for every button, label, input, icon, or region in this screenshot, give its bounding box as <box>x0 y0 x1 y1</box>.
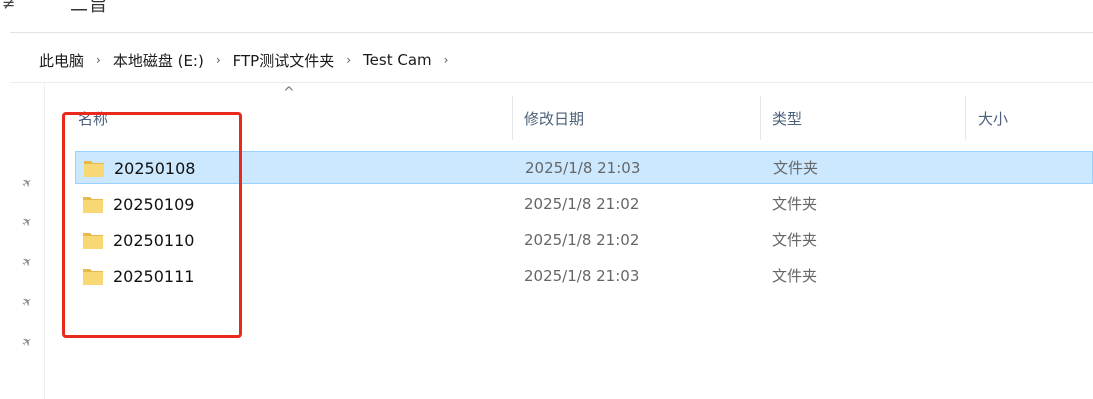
column-header-name[interactable]: 名称 <box>78 108 108 129</box>
file-date: 2025/1/8 21:03 <box>524 267 640 285</box>
chevron-right-icon[interactable]: › <box>346 53 351 67</box>
toolbar-divider <box>10 32 1093 33</box>
file-type: 文件夹 <box>772 195 818 213</box>
breadcrumb-item-test-cam[interactable]: Test Cam <box>361 51 434 69</box>
folder-icon <box>83 233 103 249</box>
file-name: 20250109 <box>113 195 195 214</box>
pin-icon[interactable]: ✈ <box>19 293 35 310</box>
pane-divider <box>44 83 45 399</box>
column-separator[interactable] <box>965 96 966 140</box>
file-row[interactable]: 20250109 2025/1/8 21:02 文件夹 <box>75 188 1093 221</box>
file-type: 文件夹 <box>773 159 819 177</box>
file-type: 文件夹 <box>772 267 818 285</box>
breadcrumb-item-local-disk[interactable]: 本地磁盘 (E:) <box>111 50 206 71</box>
toolbar-label: 二旨 <box>70 0 108 16</box>
column-header-size[interactable]: 大小 <box>978 108 1008 129</box>
file-row[interactable]: 20250111 2025/1/8 21:03 文件夹 <box>75 260 1093 293</box>
column-separator[interactable] <box>760 96 761 140</box>
file-name: 20250108 <box>114 159 196 178</box>
pin-icon[interactable]: ✈ <box>19 253 35 270</box>
pin-icon[interactable]: ✈ <box>19 213 35 230</box>
chevron-right-icon[interactable]: › <box>444 53 449 67</box>
pin-icon[interactable]: ✈ <box>19 174 35 191</box>
folder-icon <box>83 197 103 213</box>
file-date: 2025/1/8 21:02 <box>524 231 640 249</box>
file-date: 2025/1/8 21:02 <box>524 195 640 213</box>
pin-icon[interactable]: ✈ <box>19 333 35 350</box>
toolbar-icon: ≠ <box>2 0 16 13</box>
file-type: 文件夹 <box>772 231 818 249</box>
file-date: 2025/1/8 21:03 <box>525 159 641 177</box>
chevron-right-icon[interactable]: › <box>216 53 221 67</box>
folder-icon <box>83 269 103 285</box>
breadcrumb-divider <box>10 82 1093 83</box>
file-row[interactable]: 20250110 2025/1/8 21:02 文件夹 <box>75 224 1093 257</box>
file-name: 20250110 <box>113 231 195 250</box>
column-header-date[interactable]: 修改日期 <box>524 108 584 129</box>
toolbar-cropped: ≠ 二旨 <box>0 0 1093 22</box>
breadcrumb-item-this-pc[interactable]: 此电脑 <box>37 50 86 71</box>
breadcrumb-item-ftp-folder[interactable]: FTP测试文件夹 <box>231 50 337 71</box>
breadcrumb: 此电脑 › 本地磁盘 (E:) › FTP测试文件夹 › Test Cam › <box>37 48 458 72</box>
quick-access-pane: ✈ ✈ ✈ ✈ ✈ <box>0 83 44 399</box>
chevron-right-icon[interactable]: › <box>96 53 101 67</box>
file-row[interactable]: 20250108 2025/1/8 21:03 文件夹 <box>75 151 1093 184</box>
column-header-type[interactable]: 类型 <box>772 108 802 129</box>
file-explorer: ≠ 二旨 此电脑 › 本地磁盘 (E:) › FTP测试文件夹 › Test C… <box>0 0 1093 399</box>
sort-ascending-icon: ^ <box>283 85 295 101</box>
column-separator[interactable] <box>512 96 513 140</box>
file-name: 20250111 <box>113 267 195 286</box>
folder-icon <box>84 161 104 177</box>
